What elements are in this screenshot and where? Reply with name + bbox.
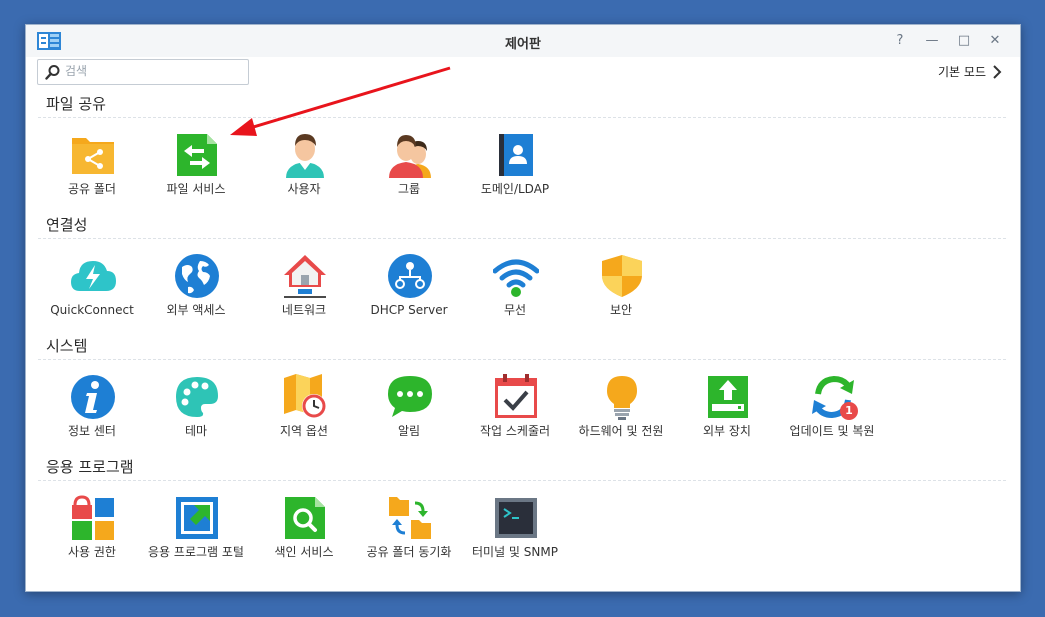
item-update-restore[interactable]: 1 업데이트 및 복원 (776, 374, 888, 486)
maximize-icon[interactable]: □ (956, 33, 972, 49)
item-external-devices[interactable]: 외부 장치 (671, 374, 783, 486)
update-badge: 1 (840, 402, 858, 420)
item-security[interactable]: 보안 (565, 253, 677, 365)
calendar-check-icon (495, 374, 537, 418)
item-label: 지역 옵션 (280, 424, 328, 438)
item-label: 보안 (609, 303, 633, 317)
item-user[interactable]: 사용자 (248, 132, 360, 244)
section-title-system: 시스템 (46, 337, 88, 355)
item-notification[interactable]: 알림 (353, 374, 465, 486)
item-wireless[interactable]: 무선 (459, 253, 571, 365)
search-icon (45, 65, 60, 80)
basic-mode-label: 기본 모드 (938, 65, 986, 79)
info-icon (71, 375, 115, 419)
item-group[interactable]: 그룹 (353, 132, 465, 244)
basic-mode-link[interactable]: 기본 모드 (938, 63, 1002, 80)
group-icon (389, 135, 431, 178)
item-label: 작업 스케줄러 (479, 424, 551, 438)
item-label: DHCP Server (370, 303, 448, 317)
search-box[interactable] (37, 59, 249, 85)
privileges-lock-icon (72, 495, 114, 540)
section-divider (38, 359, 1006, 360)
item-label: 무선 (503, 303, 527, 317)
item-hardware-power[interactable]: 하드웨어 및 전원 (565, 374, 677, 486)
file-services-icon (177, 134, 217, 176)
item-label: 알림 (397, 424, 421, 438)
control-panel-window: 제어판 ? — □ ✕ 기본 모드 파일 공유 공유 폴더 (25, 24, 1021, 592)
item-terminal-snmp[interactable]: 터미널 및 SNMP (459, 495, 571, 607)
item-label: 색인 서비스 (274, 545, 334, 559)
item-label: 하드웨어 및 전원 (578, 424, 664, 438)
item-label: 사용 권한 (68, 545, 116, 559)
item-dhcp-server[interactable]: DHCP Server (353, 253, 465, 365)
item-external-access[interactable]: 외부 액세스 (140, 253, 252, 365)
domain-ldap-icon (499, 134, 533, 176)
quickconnect-cloud-icon (71, 261, 116, 291)
section-title-applications: 응용 프로그램 (46, 458, 134, 476)
item-application-portal[interactable]: 응용 프로그램 포털 (140, 495, 252, 607)
item-label: 정보 센터 (68, 424, 116, 438)
wifi-icon (493, 259, 539, 297)
application-portal-icon (176, 497, 218, 539)
item-label: 외부 장치 (703, 424, 751, 438)
terminal-icon (495, 498, 537, 538)
title-bar[interactable]: 제어판 ? — □ ✕ (26, 25, 1020, 57)
minimize-icon[interactable]: — (924, 33, 940, 49)
section-divider (38, 480, 1006, 481)
item-label: 응용 프로그램 포털 (148, 545, 244, 559)
notification-bubble-icon (388, 376, 432, 417)
user-icon (286, 134, 324, 178)
security-shield-icon (602, 255, 642, 297)
item-label: 업데이트 및 복원 (789, 424, 875, 438)
section-title-file-sharing: 파일 공유 (46, 95, 106, 113)
item-shared-folder-sync[interactable]: 공유 폴더 동기화 (353, 495, 465, 607)
globe-icon (175, 254, 219, 298)
item-label: 외부 액세스 (166, 303, 226, 317)
item-network[interactable]: 네트워크 (248, 253, 360, 365)
item-label: 사용자 (287, 182, 321, 196)
item-label: 네트워크 (281, 303, 327, 317)
network-house-icon (284, 255, 326, 298)
section-title-connectivity: 연결성 (46, 216, 88, 234)
section-divider (38, 238, 1006, 239)
item-indexing-service[interactable]: 색인 서비스 (248, 495, 360, 607)
item-label: 파일 서비스 (166, 182, 226, 196)
search-input[interactable] (65, 62, 241, 80)
window-title: 제어판 (505, 37, 541, 52)
item-theme[interactable]: 테마 (140, 374, 252, 486)
item-privileges[interactable]: 사용 권한 (36, 495, 148, 607)
dhcp-server-icon (388, 254, 432, 298)
folder-sync-icon (389, 497, 431, 539)
map-clock-icon (284, 374, 326, 418)
item-label: 터미널 및 SNMP (472, 545, 558, 559)
indexing-search-icon (285, 497, 325, 539)
external-device-icon (708, 376, 748, 418)
item-label: 도메인/LDAP (480, 182, 550, 196)
item-domain-ldap[interactable]: 도메인/LDAP (459, 132, 571, 244)
item-file-services[interactable]: 파일 서비스 (140, 132, 252, 244)
palette-icon (176, 377, 218, 417)
item-label: 공유 폴더 동기화 (366, 545, 452, 559)
item-task-scheduler[interactable]: 작업 스케줄러 (459, 374, 571, 486)
item-label: 테마 (184, 424, 208, 438)
light-bulb-icon (607, 376, 637, 420)
help-icon[interactable]: ? (892, 33, 908, 49)
section-divider (38, 117, 1006, 118)
item-label: 그룹 (397, 182, 421, 196)
chevron-right-icon (993, 64, 1002, 79)
item-regional-options[interactable]: 지역 옵션 (248, 374, 360, 486)
item-label: 공유 폴더 (68, 182, 116, 196)
item-label: QuickConnect (50, 303, 134, 317)
close-icon[interactable]: ✕ (987, 33, 1003, 49)
shared-folder-icon (72, 138, 114, 174)
